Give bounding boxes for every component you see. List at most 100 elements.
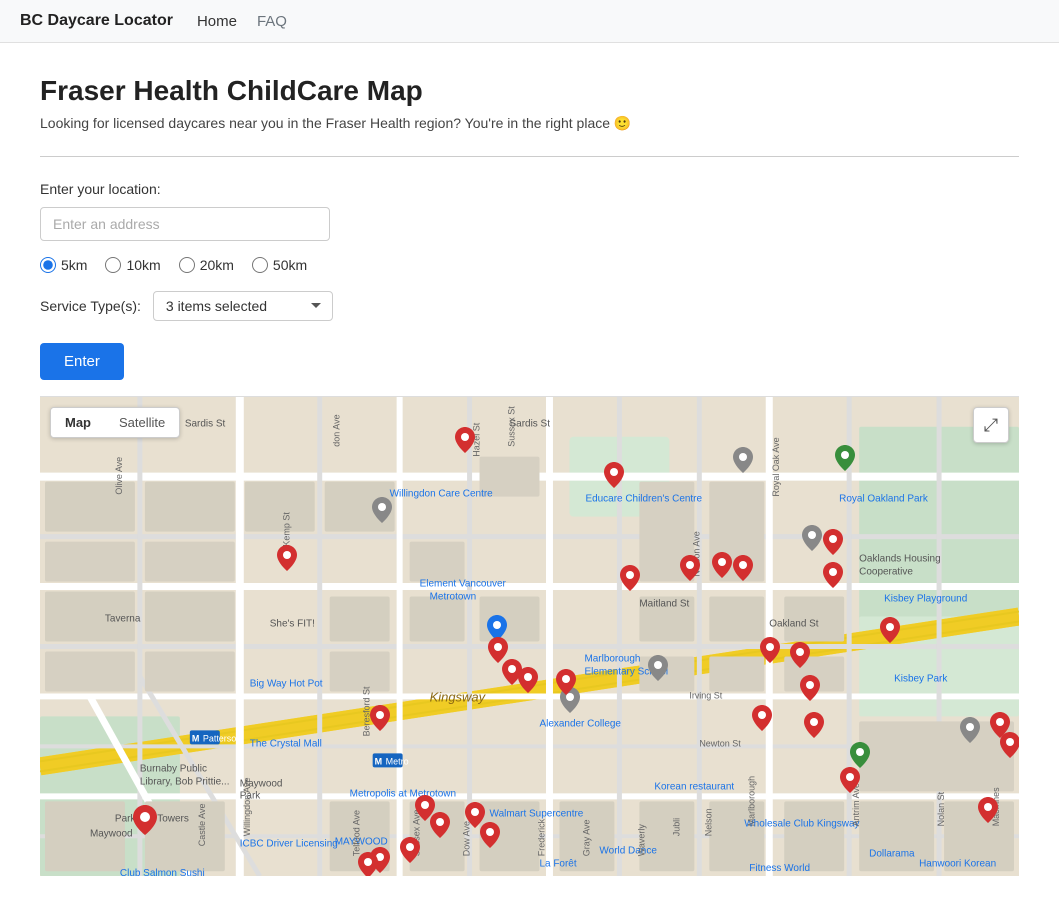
svg-text:Cooperative: Cooperative <box>859 567 913 578</box>
svg-text:M: M <box>192 733 199 743</box>
svg-text:Royal Oak Ave: Royal Oak Ave <box>771 437 781 496</box>
svg-text:Element Vancouver: Element Vancouver <box>420 579 507 590</box>
divider <box>40 156 1019 157</box>
radius-50km[interactable]: 50km <box>252 257 307 273</box>
svg-text:Walmart Supercentre: Walmart Supercentre <box>490 808 584 819</box>
radius-50km-radio[interactable] <box>252 257 268 273</box>
radius-5km-label: 5km <box>61 257 87 273</box>
radius-10km[interactable]: 10km <box>105 257 160 273</box>
nav-links: Home FAQ <box>197 13 287 30</box>
svg-text:Marlborough: Marlborough <box>584 653 640 664</box>
map-pin-green-1[interactable] <box>835 445 855 476</box>
svg-text:Educare Children's Centre: Educare Children's Centre <box>585 494 702 505</box>
map-pin-2[interactable] <box>604 462 624 493</box>
map-pin-5[interactable] <box>680 555 700 586</box>
map-pin-31[interactable] <box>400 837 420 868</box>
svg-text:Sardis St: Sardis St <box>185 419 226 430</box>
map-pin-7[interactable] <box>733 555 753 586</box>
map-pin-21[interactable] <box>370 705 390 736</box>
radius-20km-label: 20km <box>200 257 234 273</box>
map-pin-3[interactable] <box>277 545 297 576</box>
nav-faq[interactable]: FAQ <box>257 13 287 30</box>
nav-home[interactable]: Home <box>197 13 237 30</box>
map-pin-35[interactable] <box>840 767 860 798</box>
svg-text:Fitness World: Fitness World <box>749 863 810 874</box>
service-type-select[interactable]: 3 items selected Group Child Care Family… <box>153 291 333 321</box>
svg-text:Sussex St: Sussex St <box>507 406 517 447</box>
svg-text:Maitland St: Maitland St <box>639 599 689 610</box>
main-content: Fraser Health ChildCare Map Looking for … <box>0 43 1059 396</box>
map-type-satellite-button[interactable]: Satellite <box>105 408 179 437</box>
map-pin-gray-3[interactable] <box>372 497 392 528</box>
svg-text:Patterson: Patterson <box>203 733 241 743</box>
map-pin-28[interactable] <box>430 812 450 843</box>
svg-text:Metrotown: Metrotown <box>430 592 477 603</box>
map-pin-gray-1[interactable] <box>733 447 753 478</box>
map-pin-36[interactable] <box>358 852 378 876</box>
svg-text:don Ave: don Ave <box>332 414 342 446</box>
expand-icon: ⤢ <box>984 415 998 436</box>
map-background[interactable]: Kingsway Sardis St Sardis St Sardis St S… <box>40 397 1019 876</box>
map-pin-30[interactable] <box>480 822 500 853</box>
map-pin-18[interactable] <box>790 642 810 673</box>
radius-20km-radio[interactable] <box>179 257 195 273</box>
map-pin-23[interactable] <box>804 712 824 743</box>
map-pin-9[interactable] <box>823 562 843 593</box>
map-pin-17[interactable] <box>760 637 780 668</box>
page-title: Fraser Health ChildCare Map <box>40 75 1019 107</box>
map-pin-1[interactable] <box>455 427 475 458</box>
map-pin-8[interactable] <box>620 565 640 596</box>
radius-5km[interactable]: 5km <box>40 257 87 273</box>
svg-text:Wholesale Club Kingsway: Wholesale Club Kingsway <box>744 818 859 829</box>
svg-text:Korean restaurant: Korean restaurant <box>654 781 734 792</box>
location-label: Enter your location: <box>40 181 1019 197</box>
svg-text:Marlborough: Marlborough <box>746 776 756 826</box>
map-pin-4[interactable] <box>823 529 843 560</box>
svg-text:Castle Ave: Castle Ave <box>197 803 207 846</box>
svg-text:Willingdon Ave: Willingdon Ave <box>242 778 252 837</box>
svg-text:Oakland St: Oakland St <box>769 619 819 630</box>
svg-text:Royal Oakland Park: Royal Oakland Park <box>839 494 928 505</box>
map-pin-34[interactable] <box>978 797 998 828</box>
map-pin-15[interactable] <box>556 669 576 700</box>
map-pin-6[interactable] <box>712 552 732 583</box>
map-pin-20[interactable] <box>880 617 900 648</box>
map-pin-19[interactable] <box>800 675 820 706</box>
svg-text:Maywood: Maywood <box>90 828 133 839</box>
svg-text:Hanwoori Korean: Hanwoori Korean <box>919 858 996 869</box>
svg-text:Waverly: Waverly <box>636 824 646 857</box>
radius-5km-radio[interactable] <box>40 257 56 273</box>
radius-radio-group: 5km 10km 20km 50km <box>40 257 1019 273</box>
map-container: Kingsway Sardis St Sardis St Sardis St S… <box>40 396 1019 876</box>
brand-logo: BC Daycare Locator <box>20 12 173 30</box>
page-subtitle: Looking for licensed daycares near you i… <box>40 115 1019 132</box>
svg-text:Oaklands Housing: Oaklands Housing <box>859 554 940 565</box>
svg-text:Big Way Hot Pot: Big Way Hot Pot <box>250 678 323 689</box>
svg-text:Dollarama: Dollarama <box>869 848 915 859</box>
svg-text:She's FIT!: She's FIT! <box>270 619 315 630</box>
svg-text:ICBC Driver Licensing: ICBC Driver Licensing <box>240 838 338 849</box>
radius-50km-label: 50km <box>273 257 307 273</box>
address-input[interactable] <box>40 207 330 241</box>
map-expand-button[interactable]: ⤢ <box>973 407 1009 443</box>
map-type-map-button[interactable]: Map <box>51 408 105 437</box>
radius-10km-radio[interactable] <box>105 257 121 273</box>
svg-text:Willingdon Care Centre: Willingdon Care Centre <box>390 489 494 500</box>
svg-text:Newton St: Newton St <box>699 738 741 748</box>
radius-20km[interactable]: 20km <box>179 257 234 273</box>
map-pin-26[interactable] <box>1000 732 1019 763</box>
svg-text:World Dance: World Dance <box>599 845 657 856</box>
map-pin-accent[interactable] <box>133 805 157 840</box>
svg-text:Irving St: Irving St <box>689 690 722 700</box>
svg-text:Olive Ave: Olive Ave <box>114 457 124 495</box>
enter-button[interactable]: Enter <box>40 343 124 380</box>
map-pin-gray-2[interactable] <box>802 525 822 556</box>
map-svg: Kingsway Sardis St Sardis St Sardis St S… <box>40 397 1019 876</box>
map-pin-22[interactable] <box>752 705 772 736</box>
service-type-row: Service Type(s): 3 items selected Group … <box>40 291 1019 321</box>
map-pin-24[interactable] <box>960 717 980 748</box>
map-pin-16[interactable] <box>648 655 668 686</box>
map-pin-13[interactable] <box>518 667 538 698</box>
svg-text:La Forêt: La Forêt <box>539 858 576 869</box>
svg-text:Nolan St: Nolan St <box>936 791 946 826</box>
